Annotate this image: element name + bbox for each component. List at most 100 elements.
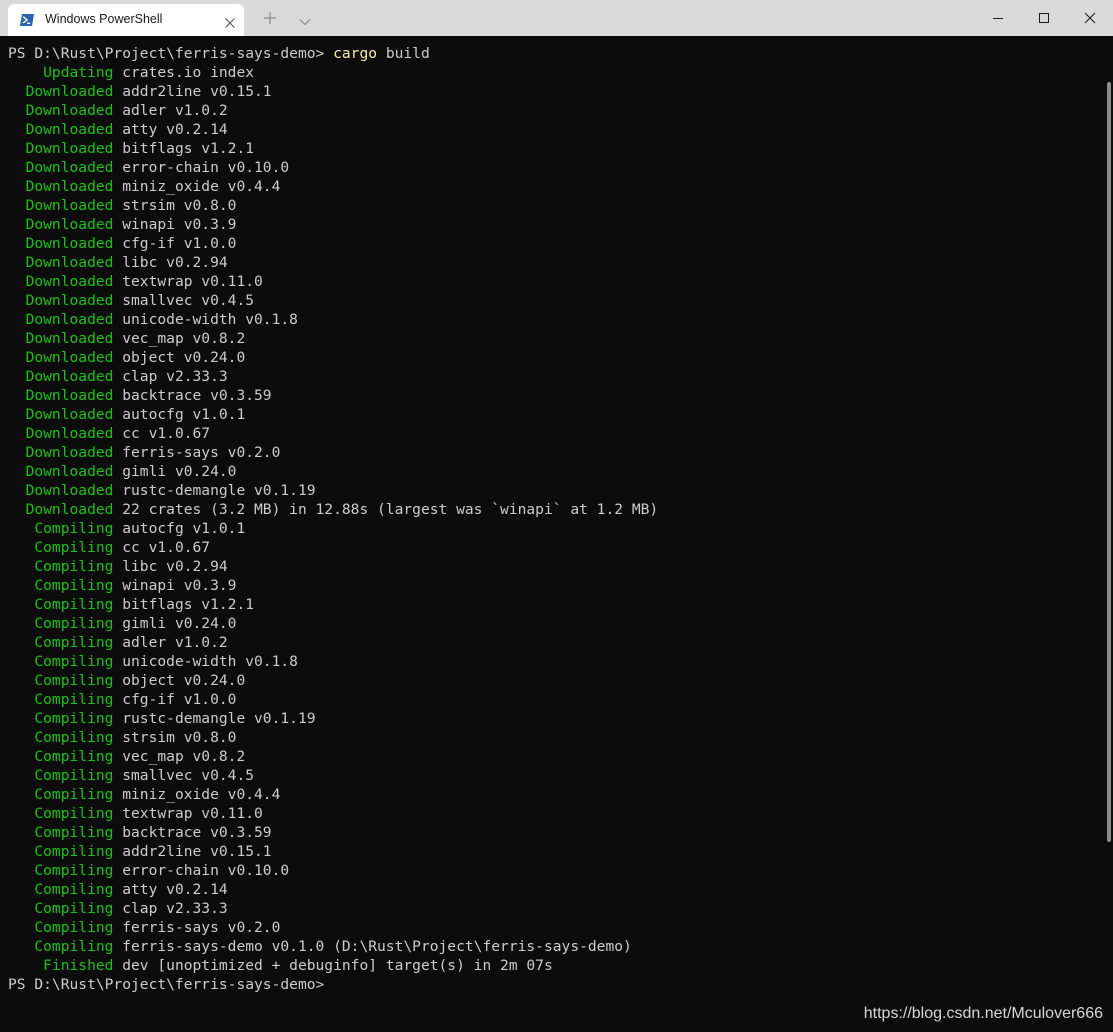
terminal-line: Finished dev [unoptimized + debuginfo] t… (8, 956, 658, 975)
terminal-line: Compiling vec_map v0.8.2 (8, 747, 658, 766)
status-label: Compiling (8, 615, 114, 632)
line-text: miniz_oxide v0.4.4 (113, 786, 281, 803)
line-text: libc v0.2.94 (113, 254, 228, 271)
new-tab-button[interactable] (262, 10, 278, 26)
line-text: miniz_oxide v0.4.4 (113, 178, 281, 195)
tab-dropdown-button[interactable] (298, 12, 312, 26)
title-bar[interactable]: Windows PowerShell (0, 0, 1113, 36)
line-text: bitflags v1.2.1 (113, 140, 255, 157)
terminal-line: Compiling adler v1.0.2 (8, 633, 658, 652)
status-label: Compiling (8, 577, 114, 594)
line-text: error-chain v0.10.0 (113, 159, 290, 176)
status-label: Compiling (8, 881, 114, 898)
terminal-line: Downloaded ferris-says v0.2.0 (8, 443, 658, 462)
line-text: object v0.24.0 (113, 672, 246, 689)
terminal-line: Downloaded bitflags v1.2.1 (8, 139, 658, 158)
terminal-line: Downloaded textwrap v0.11.0 (8, 272, 658, 291)
status-label: Downloaded (8, 83, 114, 100)
status-label: Compiling (8, 634, 114, 651)
status-label: Compiling (8, 824, 114, 841)
status-label: Updating (8, 64, 114, 81)
status-label: Compiling (8, 729, 114, 746)
line-text: cc v1.0.67 (113, 539, 211, 556)
status-label: Downloaded (8, 444, 114, 461)
prompt: PS D:\Rust\Project\ferris-says-demo> (8, 45, 334, 62)
terminal-line: Compiling gimli v0.24.0 (8, 614, 658, 633)
terminal-line: Compiling bitflags v1.2.1 (8, 595, 658, 614)
terminal-line: Downloaded cfg-if v1.0.0 (8, 234, 658, 253)
line-text: textwrap v0.11.0 (113, 273, 263, 290)
line-text: smallvec v0.4.5 (113, 767, 255, 784)
line-text: gimli v0.24.0 (113, 615, 237, 632)
line-text: adler v1.0.2 (113, 102, 228, 119)
line-text: unicode-width v0.1.8 (113, 311, 298, 328)
terminal-line: Downloaded object v0.24.0 (8, 348, 658, 367)
status-label: Downloaded (8, 311, 114, 328)
terminal-lines: PS D:\Rust\Project\ferris-says-demo> car… (8, 44, 658, 994)
terminal-line: Compiling error-chain v0.10.0 (8, 861, 658, 880)
terminal-output[interactable]: PS D:\Rust\Project\ferris-says-demo> car… (0, 36, 1113, 1032)
scrollbar-thumb[interactable] (1107, 82, 1111, 842)
terminal-line: Downloaded rustc-demangle v0.1.19 (8, 481, 658, 500)
terminal-line: Downloaded addr2line v0.15.1 (8, 82, 658, 101)
line-text: ferris-says-demo v0.1.0 (D:\Rust\Project… (113, 938, 632, 955)
scrollbar[interactable] (1106, 36, 1113, 1032)
terminal-line: Compiling ferris-says v0.2.0 (8, 918, 658, 937)
status-label: Compiling (8, 900, 114, 917)
powershell-icon (19, 12, 35, 28)
line-text: winapi v0.3.9 (113, 216, 237, 233)
line-text: winapi v0.3.9 (113, 577, 237, 594)
line-text: strsim v0.8.0 (113, 729, 237, 746)
terminal-line: Compiling textwrap v0.11.0 (8, 804, 658, 823)
line-text: backtrace v0.3.59 (113, 824, 272, 841)
terminal-line: Compiling libc v0.2.94 (8, 557, 658, 576)
line-text: strsim v0.8.0 (113, 197, 237, 214)
terminal-line: PS D:\Rust\Project\ferris-says-demo> car… (8, 44, 658, 63)
terminal-line: Downloaded 22 crates (3.2 MB) in 12.88s … (8, 500, 659, 519)
status-label: Compiling (8, 938, 114, 955)
line-text: clap v2.33.3 (113, 900, 228, 917)
terminal-line: Compiling rustc-demangle v0.1.19 (8, 709, 658, 728)
terminal-line: Compiling object v0.24.0 (8, 671, 658, 690)
line-text: vec_map v0.8.2 (113, 330, 246, 347)
line-text: dev [unoptimized + debuginfo] target(s) … (113, 957, 553, 974)
terminal-line: Downloaded unicode-width v0.1.8 (8, 310, 658, 329)
status-label: Downloaded (8, 102, 114, 119)
status-label: Downloaded (8, 406, 114, 423)
command: cargo (333, 45, 378, 62)
line-text: backtrace v0.3.59 (113, 387, 272, 404)
line-text: atty v0.2.14 (113, 121, 228, 138)
status-label: Compiling (8, 691, 114, 708)
terminal-line: Compiling miniz_oxide v0.4.4 (8, 785, 658, 804)
terminal-line: Downloaded gimli v0.24.0 (8, 462, 658, 481)
status-label: Compiling (8, 672, 114, 689)
close-tab-icon[interactable] (224, 14, 236, 28)
line-text: unicode-width v0.1.8 (113, 653, 298, 670)
terminal-line: Downloaded autocfg v1.0.1 (8, 405, 658, 424)
status-label: Compiling (8, 539, 114, 556)
close-window-button[interactable] (1067, 0, 1113, 36)
terminal-line: Downloaded atty v0.2.14 (8, 120, 658, 139)
status-label: Compiling (8, 653, 114, 670)
status-label: Downloaded (8, 349, 114, 366)
status-label: Downloaded (8, 197, 114, 214)
line-text: adler v1.0.2 (113, 634, 228, 651)
terminal-line: Compiling autocfg v1.0.1 (8, 519, 658, 538)
line-text: rustc-demangle v0.1.19 (113, 710, 316, 727)
line-text: cc v1.0.67 (113, 425, 211, 442)
status-label: Compiling (8, 862, 114, 879)
status-label: Downloaded (8, 121, 114, 138)
terminal-line: Compiling cc v1.0.67 (8, 538, 658, 557)
minimize-button[interactable] (975, 0, 1021, 36)
terminal-line: Downloaded adler v1.0.2 (8, 101, 658, 120)
status-label: Downloaded (8, 216, 114, 233)
maximize-icon (1039, 13, 1049, 23)
line-text: libc v0.2.94 (113, 558, 228, 575)
prompt: PS D:\Rust\Project\ferris-says-demo> (8, 976, 325, 993)
terminal-line: Compiling winapi v0.3.9 (8, 576, 658, 595)
tab-windows-powershell[interactable]: Windows PowerShell (8, 4, 244, 36)
line-text: ferris-says v0.2.0 (113, 444, 281, 461)
maximize-button[interactable] (1021, 0, 1067, 36)
line-text: build (377, 45, 430, 62)
terminal-line: Downloaded strsim v0.8.0 (8, 196, 658, 215)
